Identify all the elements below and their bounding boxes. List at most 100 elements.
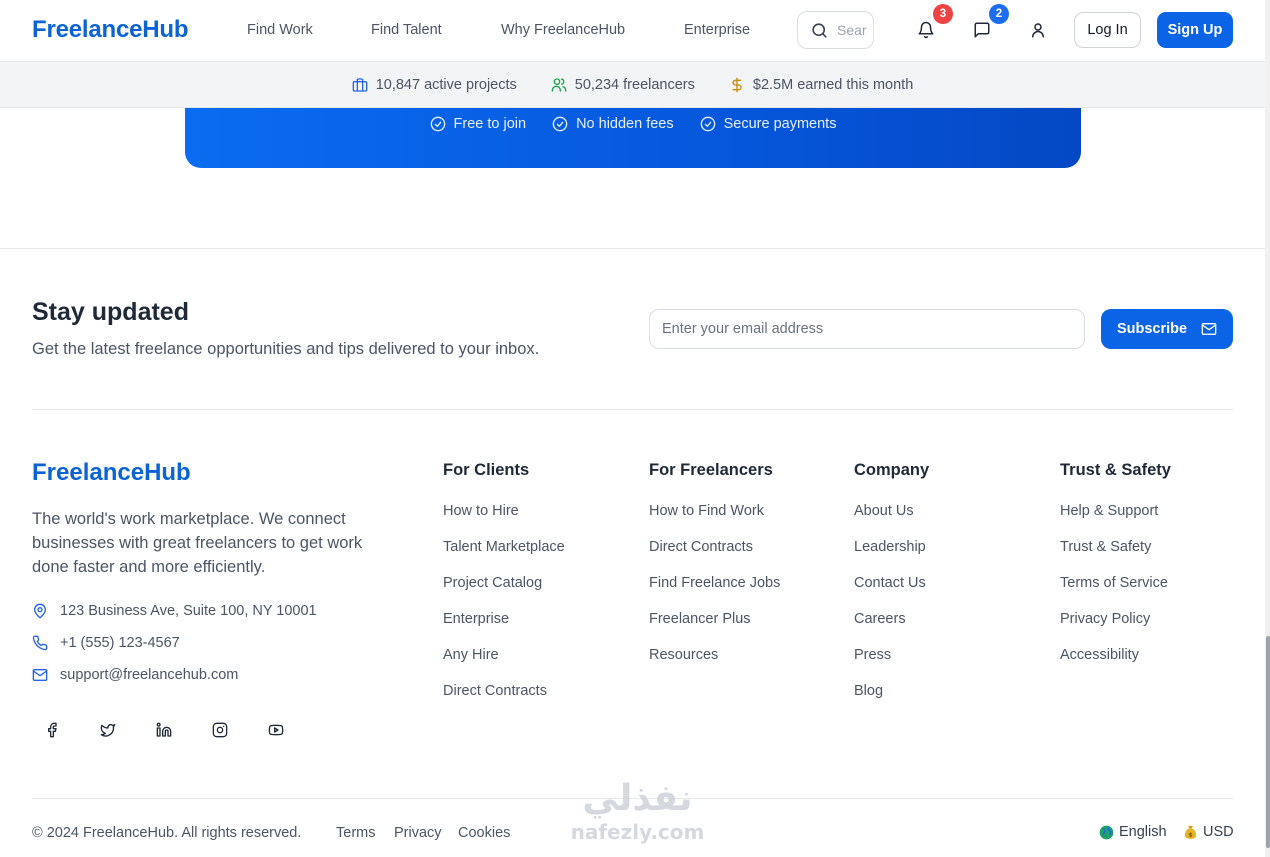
hero-badges: Free to join No hidden fees Secure payme… bbox=[185, 116, 1081, 132]
messages-badge: 2 bbox=[989, 4, 1009, 24]
search-icon bbox=[812, 22, 827, 38]
brand-logo[interactable]: FreelanceHub bbox=[32, 16, 189, 44]
newsletter-title: Stay updated bbox=[32, 298, 189, 326]
stat-text: $2.5M earned this month bbox=[752, 76, 914, 93]
phone-icon bbox=[32, 635, 48, 651]
stat-item: 50,234 freelancers bbox=[551, 77, 695, 93]
hero-badge-label: Secure payments bbox=[723, 116, 837, 132]
linkedin-link[interactable] bbox=[153, 719, 175, 741]
footer-logo[interactable]: FreelanceHub bbox=[32, 459, 191, 487]
cookies-link[interactable]: Cookies bbox=[458, 825, 510, 841]
mail-icon bbox=[32, 669, 48, 681]
bell-icon bbox=[918, 21, 934, 39]
footer-link[interactable]: Blog bbox=[854, 683, 883, 699]
footer-link[interactable]: Trust & Safety bbox=[1060, 539, 1151, 555]
messages-button[interactable] bbox=[973, 21, 991, 39]
map-pin-icon bbox=[34, 603, 46, 619]
bottom-divider bbox=[32, 798, 1233, 799]
footer-link[interactable]: About Us bbox=[854, 503, 914, 519]
contact-email[interactable]: support@freelancehub.com bbox=[32, 667, 238, 683]
footer-link[interactable]: Find Freelance Jobs bbox=[649, 575, 780, 591]
currency-label: USD bbox=[1203, 824, 1234, 840]
footer-link[interactable]: Press bbox=[854, 647, 891, 663]
currency-selector[interactable]: $ USD bbox=[1183, 824, 1234, 840]
instagram-link[interactable] bbox=[209, 719, 231, 741]
notifications-button[interactable] bbox=[917, 21, 935, 39]
watermark-latin: nafezly.com bbox=[570, 820, 705, 844]
stat-text: 50,234 freelancers bbox=[574, 76, 695, 93]
stats-bar: 10,847 active projects 50,234 freelancer… bbox=[0, 62, 1265, 108]
stat-text: 10,847 active projects bbox=[375, 76, 517, 93]
subscribe-label: Subscribe bbox=[1116, 321, 1188, 337]
top-navbar: FreelanceHub Find Work Find Talent Why F… bbox=[0, 0, 1265, 62]
footer-link[interactable]: Project Catalog bbox=[443, 575, 542, 591]
footer-link[interactable]: How to Find Work bbox=[649, 503, 764, 519]
subscribe-button[interactable]: Subscribe bbox=[1101, 309, 1233, 349]
scrollbar-thumb[interactable] bbox=[1266, 636, 1270, 848]
briefcase-icon bbox=[352, 77, 368, 92]
contact-phone[interactable]: +1 (555) 123-4567 bbox=[32, 635, 180, 651]
language-selector[interactable]: English bbox=[1099, 824, 1167, 840]
address-text: 123 Business Ave, Suite 100, NY 10001 bbox=[60, 603, 317, 619]
footer-link[interactable]: Leadership bbox=[854, 539, 926, 555]
footer-link[interactable]: How to Hire bbox=[443, 503, 519, 519]
footer-link[interactable]: Contact Us bbox=[854, 575, 926, 591]
facebook-icon bbox=[48, 722, 57, 738]
footer-link[interactable]: Accessibility bbox=[1060, 647, 1139, 663]
hero-badge: Secure payments bbox=[700, 116, 837, 132]
column-title-for-clients: For Clients bbox=[443, 461, 530, 479]
footer-link[interactable]: Help & Support bbox=[1060, 503, 1158, 519]
footer-link[interactable]: Direct Contracts bbox=[443, 683, 547, 699]
check-circle-icon bbox=[552, 116, 568, 132]
privacy-link[interactable]: Privacy bbox=[394, 825, 442, 841]
hero-badge-label: No hidden fees bbox=[576, 116, 674, 132]
phone-text: +1 (555) 123-4567 bbox=[60, 635, 180, 651]
footer-link[interactable]: Careers bbox=[854, 611, 906, 627]
footer-link[interactable]: Direct Contracts bbox=[649, 539, 753, 555]
language-label: English bbox=[1119, 824, 1167, 840]
login-button[interactable]: Log In bbox=[1074, 12, 1141, 48]
nav-enterprise[interactable]: Enterprise bbox=[684, 22, 750, 38]
footer-link[interactable]: Any Hire bbox=[443, 647, 499, 663]
hero-badge: No hidden fees bbox=[552, 116, 674, 132]
facebook-link[interactable] bbox=[41, 719, 63, 741]
footer-description: The world's work marketplace. We connect… bbox=[32, 510, 363, 576]
nav-why-freelancehub[interactable]: Why FreelanceHub bbox=[501, 22, 625, 38]
check-circle-icon bbox=[700, 116, 715, 132]
newsletter-email-input[interactable] bbox=[649, 309, 1085, 349]
hero-badge-label: Free to join bbox=[453, 116, 527, 132]
nav-find-work[interactable]: Find Work bbox=[247, 22, 313, 38]
column-title-trust-safety: Trust & Safety bbox=[1060, 461, 1171, 479]
mail-icon bbox=[1201, 323, 1217, 335]
watermark: نفذلي nafezly.com bbox=[560, 778, 715, 844]
search-input[interactable] bbox=[837, 22, 867, 38]
svg-text:$: $ bbox=[1188, 831, 1192, 838]
youtube-link[interactable] bbox=[265, 719, 287, 741]
footer-link[interactable]: Enterprise bbox=[443, 611, 509, 627]
section-divider bbox=[0, 248, 1265, 249]
footer-link[interactable]: Talent Marketplace bbox=[443, 539, 565, 555]
footer-link[interactable]: Resources bbox=[649, 647, 718, 663]
check-circle-icon bbox=[430, 116, 445, 132]
globe-icon bbox=[1099, 825, 1114, 839]
user-icon bbox=[1032, 23, 1044, 38]
search-box[interactable] bbox=[797, 11, 874, 49]
youtube-icon bbox=[268, 724, 284, 736]
linkedin-icon bbox=[156, 722, 172, 737]
newsletter-subtitle: Get the latest freelance opportunities a… bbox=[32, 340, 540, 358]
email-text: support@freelancehub.com bbox=[60, 667, 239, 683]
footer-link[interactable]: Privacy Policy bbox=[1060, 611, 1150, 627]
column-title-company: Company bbox=[854, 461, 930, 479]
footer-link[interactable]: Terms of Service bbox=[1060, 575, 1168, 591]
message-icon bbox=[974, 22, 990, 38]
nav-find-talent[interactable]: Find Talent bbox=[371, 22, 442, 38]
footer-link[interactable]: Freelancer Plus bbox=[649, 611, 751, 627]
footer-divider bbox=[32, 409, 1233, 410]
users-icon bbox=[551, 77, 567, 92]
profile-button[interactable] bbox=[1029, 21, 1047, 39]
terms-link[interactable]: Terms bbox=[336, 825, 375, 841]
stat-item: 10,847 active projects bbox=[352, 77, 517, 93]
signup-button[interactable]: Sign Up bbox=[1157, 12, 1233, 48]
twitter-link[interactable] bbox=[97, 719, 119, 741]
instagram-icon bbox=[212, 722, 228, 738]
